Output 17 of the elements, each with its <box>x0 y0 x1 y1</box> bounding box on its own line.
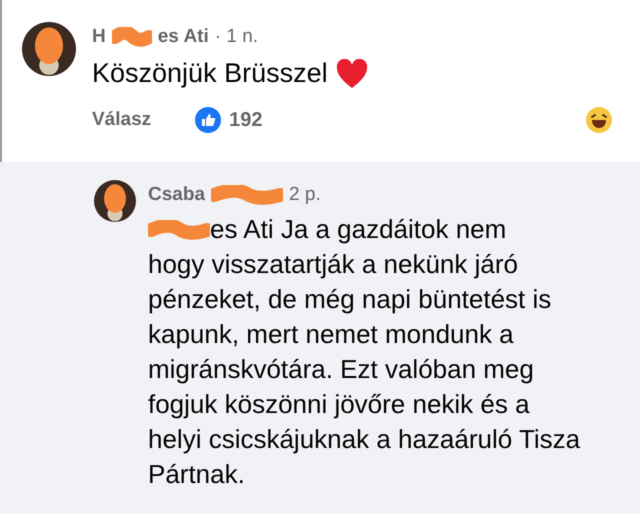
laughing-emoji-icon[interactable] <box>586 107 612 133</box>
like-icon <box>195 107 222 133</box>
comment-text: es Ati Ja a gazdáitok nem <box>210 213 506 246</box>
comment-text: Köszönjük Brüsszel <box>92 58 328 89</box>
comment-time: 2 p. <box>289 184 321 206</box>
author-name[interactable]: H <box>92 26 106 48</box>
heart-icon <box>336 58 368 88</box>
comment-text: hogy visszatartják a nekünk járó pénzeket, de még napi büntetést is kapunk, mert nemet mondunk a migránskvótára. Ezt valóban meg fogjuk köszönni jövőre nekik és a helyi csicskájuknak a hazaáruló Tisza Pártnak. <box>148 248 582 491</box>
redaction-mark <box>112 27 152 47</box>
redaction-mark <box>148 220 210 240</box>
reply-link[interactable]: Válasz <box>92 109 152 131</box>
author-name[interactable]: es Ati <box>158 26 209 48</box>
author-name[interactable]: Csaba <box>148 184 206 206</box>
avatar <box>94 180 136 222</box>
comment-time: · 1 n. <box>214 26 258 48</box>
like-count[interactable]: 192 <box>229 108 586 132</box>
avatar <box>22 22 76 76</box>
